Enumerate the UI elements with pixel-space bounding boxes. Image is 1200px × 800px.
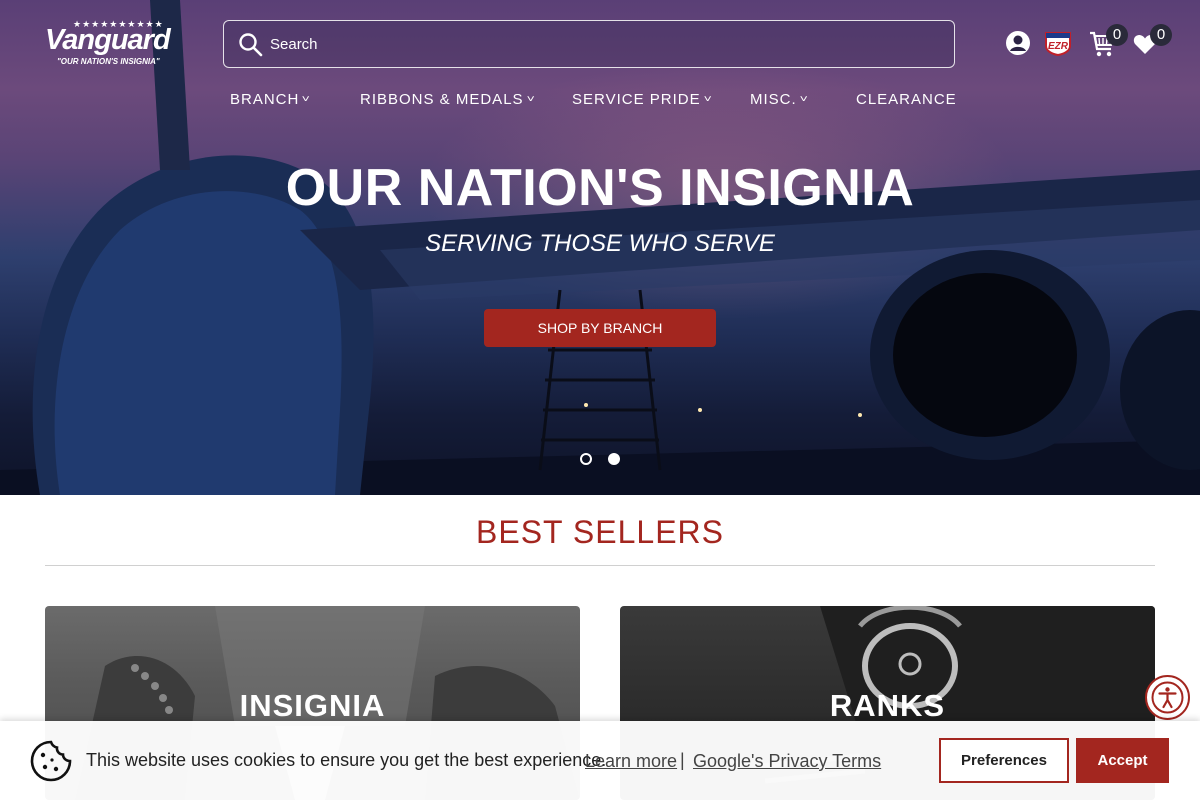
logo-wordmark: Vanguard [45, 24, 171, 56]
vanguard-logo[interactable]: ★★★★★★★★★★ Vanguard "OUR NATION'S INSIGN… [45, 20, 180, 68]
search-bar[interactable] [223, 20, 955, 68]
nav-item-clearance[interactable]: CLEARANCE [856, 90, 957, 108]
wishlist-count-badge: 0 [1150, 24, 1172, 46]
hero-banner: ★★★★★★★★★★ Vanguard "OUR NATION'S INSIGN… [0, 0, 1200, 495]
hero-title: OUR NATION'S INSIGNIA [285, 159, 915, 217]
cookie-consent-banner: This website uses cookies to ensure you … [0, 721, 1200, 800]
carousel-dot-2-active[interactable] [608, 453, 620, 465]
link-separator: | [680, 750, 685, 770]
carousel-dot-1[interactable] [580, 453, 592, 465]
chevron-down-icon: ˅ [526, 93, 536, 105]
nav-label: RIBBONS & MEDALS [360, 90, 524, 108]
nav-item-branch[interactable]: BRANCH ˅ [230, 90, 310, 108]
card-title: RANKS [829, 688, 946, 723]
cookie-icon [30, 740, 72, 782]
account-icon[interactable] [1005, 30, 1031, 56]
search-icon[interactable] [238, 32, 264, 58]
nav-item-service-pride[interactable]: SERVICE PRIDE ˅ [572, 90, 711, 108]
preferences-button[interactable]: Preferences [939, 738, 1069, 783]
accept-button[interactable]: Accept [1076, 738, 1169, 783]
nav-item-ribbons-medals[interactable]: RIBBONS & MEDALS ˅ [360, 90, 534, 108]
chevron-down-icon: ˅ [799, 93, 809, 105]
nav-label: MISC. [750, 90, 797, 108]
chevron-down-icon: ˅ [703, 93, 713, 105]
hero-subtitle: SERVING THOSE WHO SERVE [425, 230, 775, 257]
ezr-icon[interactable]: EZR [1043, 30, 1073, 56]
accessibility-icon [1151, 681, 1184, 714]
cookie-message: This website uses cookies to ensure you … [86, 750, 607, 770]
nav-label: SERVICE PRIDE [572, 90, 701, 108]
cart-count-badge: 0 [1106, 24, 1128, 46]
nav-label: CLEARANCE [856, 90, 957, 108]
nav-item-misc[interactable]: MISC. ˅ [750, 90, 808, 108]
learn-more-link[interactable]: Learn more [585, 751, 677, 772]
accessibility-button[interactable] [1145, 675, 1190, 720]
logo-tagline: "OUR NATION'S INSIGNIA" [57, 57, 160, 66]
shop-by-branch-button[interactable]: SHOP BY BRANCH [484, 309, 716, 347]
chevron-down-icon: ˅ [301, 93, 312, 105]
section-divider [45, 565, 1155, 566]
nav-label: BRANCH [230, 90, 300, 108]
best-sellers-heading: BEST SELLERS [476, 514, 724, 550]
card-title: INSIGNIA [239, 688, 386, 723]
search-input[interactable] [270, 31, 930, 57]
privacy-terms-link[interactable]: Google's Privacy Terms [693, 751, 881, 772]
ezr-label: EZR [1048, 41, 1069, 52]
